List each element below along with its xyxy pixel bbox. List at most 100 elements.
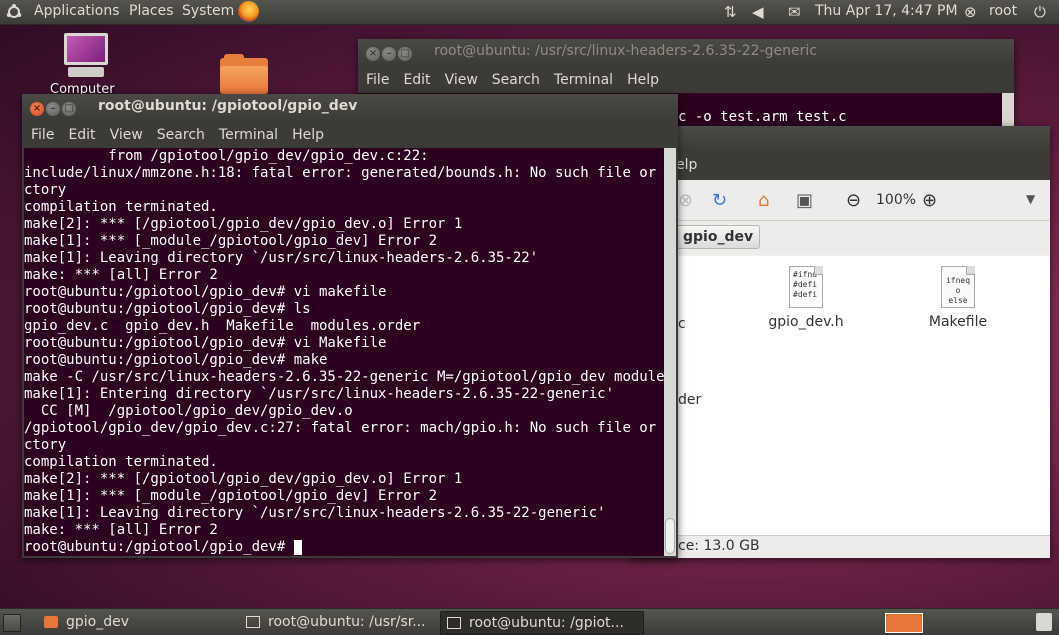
reload-icon[interactable]: ↻ <box>712 190 727 211</box>
minimize-icon[interactable]: – <box>46 102 60 116</box>
partial-folder-label[interactable]: der <box>678 392 701 408</box>
status-bar: ce: 13.0 GB <box>630 535 1050 558</box>
terminal-line: root@ubuntu:/gpiotool/gpio_dev# ls <box>24 301 311 317</box>
terminal-line: root@ubuntu:/gpiotool/gpio_dev# vi Makef… <box>24 335 387 351</box>
file-makefile[interactable]: ifneq o else Makefile <box>918 266 998 330</box>
terminal-output[interactable]: from /gpiotool/gpio_dev/gpio_dev.c:22: i… <box>24 148 664 556</box>
folder-icon <box>44 616 58 628</box>
titlebar[interactable]: × – □ root@ubuntu: /gpiotool/gpio_dev <box>22 94 678 120</box>
terminal-line: c -o test.arm test.c <box>678 109 847 125</box>
text-file-icon: ifneq o else <box>941 266 975 308</box>
menubar: File Edit View Search Terminal Help <box>22 122 678 148</box>
terminal-line: make -C /usr/src/linux-headers-2.6.35-22… <box>24 369 664 385</box>
terminal-line: from /gpiotool/gpio_dev/gpio_dev.c:22: <box>24 148 429 164</box>
terminal-line: root@ubuntu:/gpiotool/gpio_dev# vi makef… <box>24 284 387 300</box>
trash-icon[interactable] <box>1036 613 1052 631</box>
bottom-panel: gpio_dev root@ubuntu: /usr/sr... root@ub… <box>0 608 1059 635</box>
show-desktop-icon[interactable] <box>3 614 21 632</box>
zoom-level: 100% <box>876 192 917 208</box>
close-icon[interactable]: × <box>366 47 380 61</box>
titlebar[interactable]: × – □ root@ubuntu: /usr/src/linux-headers-… <box>358 39 1014 65</box>
terminal-line: ctory <box>24 182 67 198</box>
menu-file[interactable]: File <box>366 67 389 93</box>
file-name: Makefile <box>928 314 988 330</box>
menu-search[interactable]: Search <box>157 122 205 148</box>
free-space: ce: 13.0 GB <box>678 538 760 554</box>
task-terminal-gpiotool[interactable]: root@ubuntu: /gpiot... <box>440 611 644 635</box>
path-bar: gpio_dev <box>630 221 1050 255</box>
task-terminal-usr-src[interactable]: root@ubuntu: /usr/sr... <box>240 611 442 633</box>
terminal-prompt-line[interactable]: root@ubuntu:/gpiotool/gpio_dev# <box>24 539 664 556</box>
menu-search[interactable]: Search <box>492 67 540 93</box>
power-icon[interactable]: ⏻ <box>1034 3 1046 21</box>
terminal-prompt: root@ubuntu:/gpiotool/gpio_dev# <box>24 539 294 555</box>
menu-help[interactable]: elp <box>676 157 697 173</box>
menu-file[interactable]: File <box>31 122 54 148</box>
menu-view[interactable]: View <box>445 67 478 93</box>
menu-edit[interactable]: Edit <box>68 122 95 148</box>
menubar: File Edit View Search Terminal Help <box>358 67 1014 93</box>
scrollbar-thumb[interactable] <box>665 518 675 554</box>
monitor-icon <box>64 33 108 65</box>
terminal-line: compilation terminated. <box>24 454 218 470</box>
computer-desktop-icon[interactable] <box>62 33 112 81</box>
menu-places[interactable]: Places <box>129 3 174 19</box>
terminal-icon <box>447 617 461 629</box>
zoom-out-icon[interactable]: ⊖ <box>846 190 861 211</box>
volume-icon[interactable]: ◀ <box>752 3 764 21</box>
terminal-line: /gpiotool/gpio_dev/gpio_dev.c:27: fatal … <box>24 420 664 436</box>
minimize-icon[interactable]: – <box>382 47 396 61</box>
menu-applications[interactable]: Applications <box>34 3 120 19</box>
chevron-down-icon[interactable]: ▼ <box>1026 192 1035 206</box>
terminal-cursor <box>293 539 302 555</box>
menu-system[interactable]: System <box>182 3 234 19</box>
task-gpio-dev[interactable]: gpio_dev <box>38 611 240 633</box>
path-button-gpio-dev[interactable]: gpio_dev <box>676 225 761 249</box>
file-name: gpio_dev.h <box>768 314 844 330</box>
partial-file-label[interactable]: c <box>678 316 686 332</box>
computer-icon[interactable]: ▣ <box>796 190 813 211</box>
maximize-icon[interactable]: □ <box>62 102 76 116</box>
network-icon[interactable]: ⇅ <box>724 3 737 21</box>
terminal-line: include/linux/mmzone.h:18: fatal error: … <box>24 165 664 181</box>
stop-icon[interactable]: ⊗ <box>678 190 693 211</box>
toolbar: ⊗ ↻ ⌂ ▣ ⊖ 100% ⊕ ▼ <box>630 180 1050 221</box>
menu-terminal[interactable]: Terminal <box>554 67 613 93</box>
ubuntu-logo-icon[interactable] <box>6 4 22 20</box>
terminal-line: make[1]: Entering directory `/usr/src/li… <box>24 386 615 402</box>
firefox-icon[interactable] <box>238 1 259 22</box>
terminal-line: make[1]: Leaving directory `/usr/src/lin… <box>24 505 606 521</box>
menu-help[interactable]: Help <box>292 122 324 148</box>
terminal-line: gpio_dev.c gpio_dev.h Makefile modules.o… <box>24 318 421 334</box>
mail-icon[interactable]: ✉ <box>788 3 801 21</box>
workspace-switcher[interactable] <box>885 613 923 633</box>
maximize-icon[interactable]: □ <box>398 47 412 61</box>
terminal-line: make: *** [all] Error 2 <box>24 522 218 538</box>
titlebar[interactable] <box>630 126 1050 152</box>
menu-edit[interactable]: Edit <box>403 67 430 93</box>
user-switch-icon[interactable]: ⊗ <box>964 3 977 21</box>
file-gpio-dev-h[interactable]: #ifnd #defi #defi gpio_dev.h <box>766 266 846 330</box>
terminal-line: make[1]: *** [_module_/gpiotool/gpio_dev… <box>24 233 438 249</box>
home-icon[interactable]: ⌂ <box>758 190 769 211</box>
terminal-window-front[interactable]: × – □ root@ubuntu: /gpiotool/gpio_dev File… <box>22 94 678 558</box>
terminal-icon <box>246 616 260 628</box>
menu-view[interactable]: View <box>110 122 143 148</box>
menu-help[interactable]: Help <box>627 67 659 93</box>
scrollbar[interactable] <box>664 148 676 556</box>
terminal-line: compilation terminated. <box>24 199 218 215</box>
top-panel: Applications Places System ⇅ ◀ ✉ Thu Apr… <box>0 0 1059 25</box>
file-view[interactable]: c der #ifnd #defi #defi gpio_dev.h ifneq o… <box>630 256 1050 536</box>
terminal-line: make[1]: Leaving directory `/usr/src/lin… <box>24 250 539 266</box>
window-title: root@ubuntu: /gpiotool/gpio_dev <box>98 98 358 114</box>
close-icon[interactable]: × <box>30 102 44 116</box>
zoom-in-icon[interactable]: ⊕ <box>922 190 937 211</box>
terminal-line: ctory <box>24 437 67 453</box>
user-name[interactable]: root <box>989 3 1017 19</box>
file-manager-window[interactable]: elp ⊗ ↻ ⌂ ▣ ⊖ 100% ⊕ ▼ gpio_dev c der #i… <box>630 126 1050 558</box>
folder-desktop-icon[interactable] <box>220 54 268 94</box>
clock[interactable]: Thu Apr 17, 4:47 PM <box>815 3 958 19</box>
menubar: elp <box>630 152 1050 180</box>
text-file-icon: #ifnd #defi #defi <box>789 266 823 308</box>
menu-terminal[interactable]: Terminal <box>219 122 278 148</box>
